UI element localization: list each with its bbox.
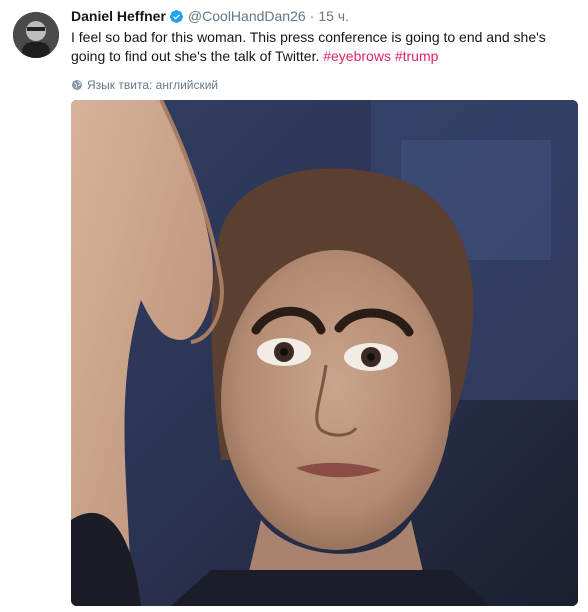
avatar[interactable] [13, 12, 59, 58]
tweet-language-note: Язык твита: английский [71, 78, 577, 92]
tweet-timestamp[interactable]: 15 ч. [318, 8, 349, 24]
author-handle[interactable]: @CoolHandDan26 [188, 8, 306, 24]
author-name[interactable]: Daniel Heffner [71, 8, 166, 24]
separator-dot: · [309, 8, 315, 24]
tweet-content: Daniel Heffner @CoolHandDan26 · 15 ч. I … [71, 6, 577, 92]
tweet-header: Daniel Heffner @CoolHandDan26 · 15 ч. [71, 6, 577, 26]
hashtag-trump[interactable]: #trump [395, 48, 439, 64]
tweet-photo[interactable] [71, 100, 578, 606]
globe-icon [72, 80, 82, 90]
hashtag-eyebrows[interactable]: #eyebrows [323, 48, 391, 64]
language-label: Язык твита: английский [87, 78, 219, 92]
tweet-text-body: I feel so bad for this woman. This press… [71, 29, 546, 64]
tweet-text: I feel so bad for this woman. This press… [71, 28, 577, 66]
verified-badge-icon [169, 9, 184, 24]
tweet: Daniel Heffner @CoolHandDan26 · 15 ч. I … [0, 0, 588, 612]
